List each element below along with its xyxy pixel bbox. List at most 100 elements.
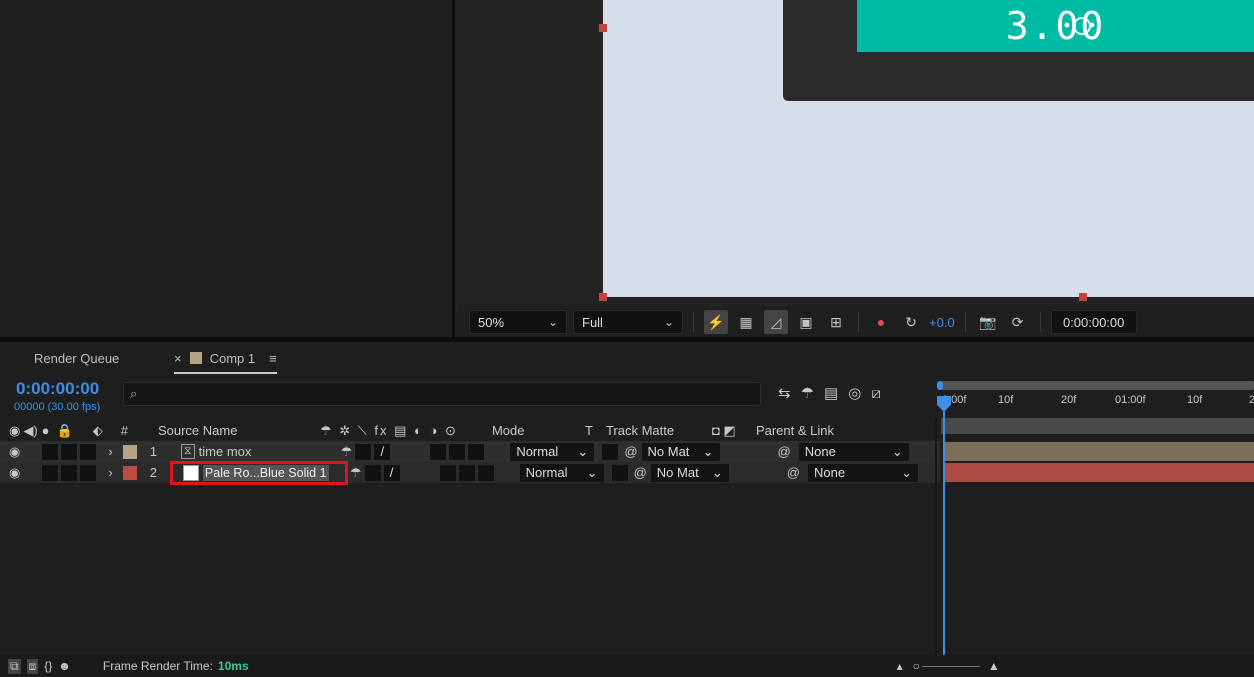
ruler-tick-label: 2 [1249, 394, 1254, 406]
parent-pickwhip-icon[interactable]: @ [778, 444, 791, 459]
column-header-mode[interactable]: Mode [492, 423, 585, 438]
reset-exposure-icon[interactable]: ↻ [899, 310, 923, 334]
layer-label-color[interactable] [122, 465, 137, 480]
timeline-timecode[interactable]: 0:00:00:00 [16, 379, 99, 399]
region-of-interest-icon[interactable]: ▣ [794, 310, 818, 334]
ruler-tick-label: 10f [998, 394, 1014, 406]
frame-blend-switch[interactable] [458, 464, 475, 481]
transparency-grid-icon[interactable]: ▦ [734, 310, 758, 334]
zoom-slider-track[interactable] [921, 665, 980, 667]
quality-switch[interactable]: / [374, 443, 391, 460]
track-matte-pickwhip-icon[interactable]: @ [634, 465, 647, 480]
layer-name[interactable]: time mox [199, 444, 341, 459]
collapse-switch[interactable] [355, 443, 372, 460]
parent-dropdown[interactable]: None ⌄ [798, 442, 909, 461]
shy-switch-icon[interactable]: ☂ [341, 444, 353, 460]
layer-name[interactable]: Pale Ro...Blue Solid 1 [202, 464, 329, 481]
snapshot-camera-icon[interactable]: 📷 [976, 310, 1000, 334]
blend-mode-dropdown[interactable]: Normal ⌄ [510, 442, 595, 461]
layer-handle[interactable] [599, 24, 607, 32]
lock-switch[interactable] [80, 443, 97, 460]
motion-blur-switch[interactable] [477, 464, 494, 481]
timeline-column-divider[interactable] [935, 418, 937, 655]
timer-text-display: 3.00 [857, 0, 1254, 52]
exposure-value[interactable]: +0.0 [929, 315, 955, 330]
track-matte-pickwhip-icon[interactable]: @ [624, 444, 637, 459]
comp-flowchart-icon[interactable]: ⇆ [778, 384, 791, 402]
parent-pickwhip-icon[interactable]: @ [787, 465, 800, 480]
motion-blur-icon[interactable]: ◎ [848, 384, 861, 402]
layer-row[interactable]: ◉ › 2 Pale Ro...Blue Solid 1 ☂ / Normal … [0, 460, 940, 485]
toolbar-separator [964, 312, 966, 332]
fx-switch[interactable] [430, 443, 447, 460]
close-icon[interactable]: × [174, 351, 182, 366]
visibility-eye-icon[interactable]: ◉ [9, 444, 20, 460]
fx-switch[interactable] [439, 464, 456, 481]
render-toggle-icon[interactable]: ⧉ [8, 658, 21, 674]
tab-comp-1[interactable]: × Comp 1 ≡ [174, 343, 277, 374]
work-area-start-handle[interactable] [937, 381, 943, 390]
layer-label-color[interactable] [122, 444, 137, 459]
mask-path-icon[interactable]: ◿ [764, 310, 788, 334]
fast-previews-icon[interactable]: ⚡ [704, 310, 728, 334]
parent-dropdown[interactable]: None ⌄ [807, 463, 918, 482]
zoom-in-icon[interactable]: ▲ [988, 659, 1000, 673]
layer-duration-bar[interactable] [945, 442, 1254, 461]
expand-chevron-icon[interactable]: › [108, 444, 112, 459]
blend-mode-dropdown[interactable]: Normal ⌄ [519, 463, 604, 482]
layer-search-input[interactable]: ⌕ [123, 382, 761, 406]
panel-menu-icon[interactable]: ≡ [269, 351, 277, 366]
frame-blend-switch[interactable] [449, 443, 466, 460]
audio-switch[interactable] [42, 443, 59, 460]
preserve-transparency-switch[interactable] [611, 464, 628, 481]
shy-switch-icon[interactable]: ☂ [350, 465, 362, 481]
column-header-track-matte[interactable]: Track Matte [606, 423, 712, 438]
anchor-point-icon[interactable] [1073, 17, 1091, 35]
resolution-dropdown[interactable]: Full ⌄ [573, 310, 683, 334]
chevron-down-icon: ⌄ [891, 443, 903, 459]
render-time-icon[interactable]: ☻ [58, 659, 71, 673]
layer-handle[interactable] [1079, 293, 1087, 301]
in-out-toggle-icon[interactable]: {} [44, 659, 52, 673]
track-matte-dropdown[interactable]: No Mat ⌄ [641, 442, 720, 461]
tab-comp-label: Comp 1 [209, 350, 256, 366]
current-time-field[interactable]: 0:00:00:00 [1050, 310, 1137, 334]
show-snapshot-icon[interactable]: ⟳ [1006, 310, 1030, 334]
column-header-t: T [584, 423, 593, 438]
collapse-switch[interactable] [364, 464, 381, 481]
expand-chevron-icon[interactable]: › [108, 465, 112, 480]
track-matte-value: No Mat [647, 444, 690, 459]
graph-editor-icon[interactable]: ⧄ [871, 385, 881, 402]
zoom-out-icon[interactable]: ▴ [897, 659, 903, 673]
channels-icon[interactable]: ● [869, 310, 893, 334]
grid-guides-icon[interactable]: ⊞ [824, 310, 848, 334]
playhead-line[interactable] [943, 410, 945, 655]
solo-switch[interactable] [61, 464, 78, 481]
preserve-transparency-switch[interactable] [602, 443, 619, 460]
audio-switch[interactable] [42, 464, 59, 481]
ruler-tick-label: 01:00f [1115, 394, 1146, 406]
zoom-dropdown[interactable]: 50% ⌄ [469, 310, 567, 334]
column-header-parent-link[interactable]: Parent & Link [756, 423, 834, 438]
quality-switch[interactable]: / [383, 464, 400, 481]
layer-name-highlight[interactable]: Pale Ro...Blue Solid 1 [169, 460, 348, 485]
work-area-bar[interactable] [941, 381, 1254, 390]
solo-switch[interactable] [61, 443, 78, 460]
zoom-slider-handle[interactable]: ○ [913, 659, 920, 673]
shy-layers-icon[interactable]: ☂ [801, 384, 814, 402]
visibility-eye-icon[interactable]: ◉ [9, 465, 20, 481]
solid-icon [182, 464, 199, 481]
time-ruler[interactable]: 0:00f 10f 20f 01:00f 10f 2 [937, 378, 1254, 438]
zoom-value: 50% [478, 314, 505, 330]
tab-render-queue[interactable]: Render Queue [34, 351, 174, 366]
motion-blur-switch[interactable] [468, 443, 485, 460]
layer-row[interactable]: ◉ › 1 ⧖ time mox ☂ / Normal ⌄ @ No Mat ⌄… [0, 441, 940, 462]
column-header-source-name[interactable]: Source Name [158, 423, 320, 438]
track-matte-dropdown[interactable]: No Mat ⌄ [650, 463, 729, 482]
ruler-tick-label: 10f [1187, 394, 1203, 406]
layer-handle[interactable] [599, 293, 607, 301]
layer-toggle-icon[interactable]: ⧈ [26, 658, 39, 674]
layer-duration-bar[interactable] [945, 463, 1254, 482]
lock-switch[interactable] [80, 464, 97, 481]
frame-blending-icon[interactable]: ▤ [824, 384, 838, 402]
